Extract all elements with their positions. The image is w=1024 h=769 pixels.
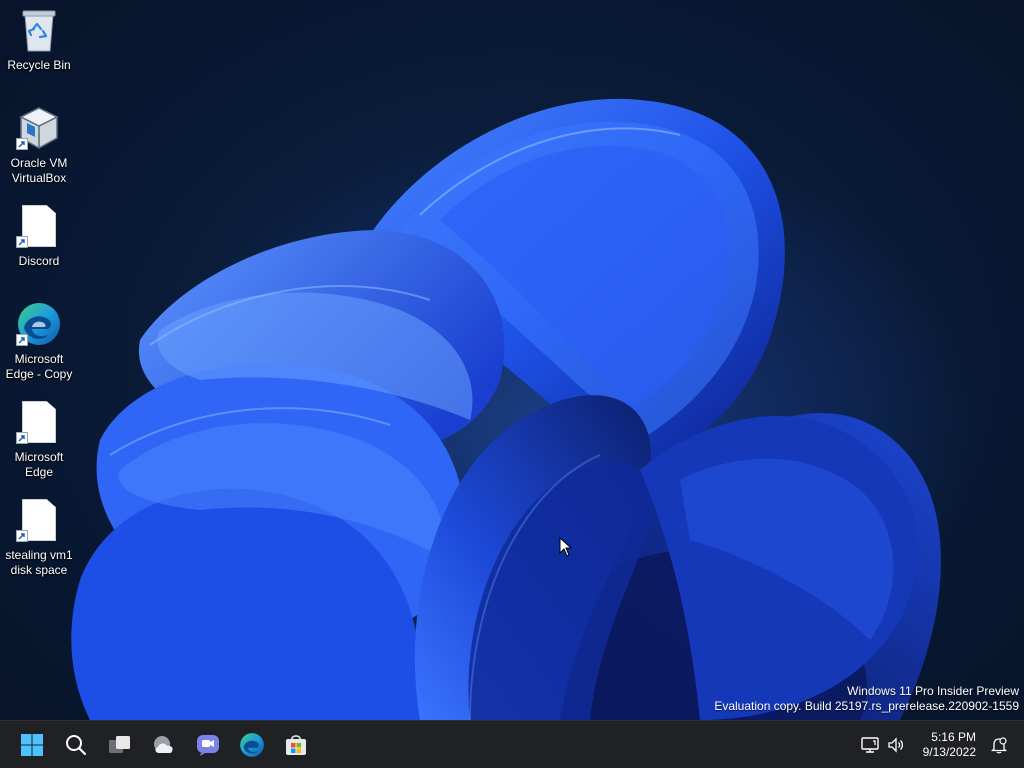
desktop-icon-recycle-bin[interactable]: Recycle Bin [1,6,77,73]
microsoft-store-icon [286,735,306,755]
search-button[interactable] [56,725,96,765]
widgets-button[interactable] [144,725,184,765]
virtualbox-icon [15,104,63,152]
task-view-icon [109,736,130,753]
desktop-icon-label: Microsoft Edge - Copy [5,352,73,381]
desktop-icon-microsoft-edge[interactable]: Microsoft Edge [1,398,77,480]
notification-settings-icon[interactable] [988,734,1010,756]
shortcut-arrow-icon [16,530,28,542]
shortcut-arrow-icon [16,138,28,150]
desktop-icon-stealing-vm1-disk-space[interactable]: stealing vm1 disk space [1,496,77,578]
blank-document-icon [15,202,63,250]
shortcut-arrow-icon [16,236,28,248]
volume-icon[interactable] [885,734,907,756]
taskbar: 5:16 PM 9/13/2022 [0,720,1024,768]
shortcut-arrow-icon [16,334,28,346]
desktop-icon-label: stealing vm1 disk space [5,548,73,577]
desktop-icon-label: Recycle Bin [7,58,71,72]
edge-taskbar-button[interactable] [232,725,272,765]
desktop-icon-label: Oracle VM VirtualBox [10,156,68,185]
watermark-build: Evaluation copy. Build 25197.rs_prerelea… [714,699,1019,713]
task-view-button[interactable] [100,725,140,765]
blank-document-icon [15,496,63,544]
start-button[interactable] [12,725,52,765]
search-icon [66,735,87,756]
edge-icon [240,733,264,757]
blank-document-icon [15,398,63,446]
watermark-edition: Windows 11 Pro Insider Preview [847,684,1019,698]
shortcut-arrow-icon [16,432,28,444]
network-icon[interactable] [859,734,881,756]
desktop-icon-label: Microsoft Edge [14,450,64,479]
teams-chat-icon [197,735,219,756]
evaluation-watermark: Windows 11 Pro Insider Preview Evaluatio… [714,684,1019,714]
weather-cloud-icon [154,736,173,753]
clock-time: 5:16 PM [931,730,976,744]
desktop[interactable]: Recycle Bin Oracle VM VirtualBox Discord [0,0,1024,720]
mouse-cursor-icon [559,537,573,557]
bloom-wallpaper [71,98,941,720]
desktop-icon-label: Discord [18,254,60,268]
edge-icon [15,300,63,348]
chat-button[interactable] [188,725,228,765]
store-button[interactable] [276,725,316,765]
desktop-icon-microsoft-edge-copy[interactable]: Microsoft Edge - Copy [1,300,77,382]
system-tray: 5:16 PM 9/13/2022 [857,721,1024,769]
desktop-icon-virtualbox[interactable]: Oracle VM VirtualBox [1,104,77,186]
recycle-bin-icon [15,6,63,54]
desktop-icon-discord[interactable]: Discord [1,202,77,269]
clock[interactable]: 5:16 PM 9/13/2022 [923,730,976,760]
windows-start-icon [21,734,43,756]
clock-date: 9/13/2022 [922,745,976,759]
